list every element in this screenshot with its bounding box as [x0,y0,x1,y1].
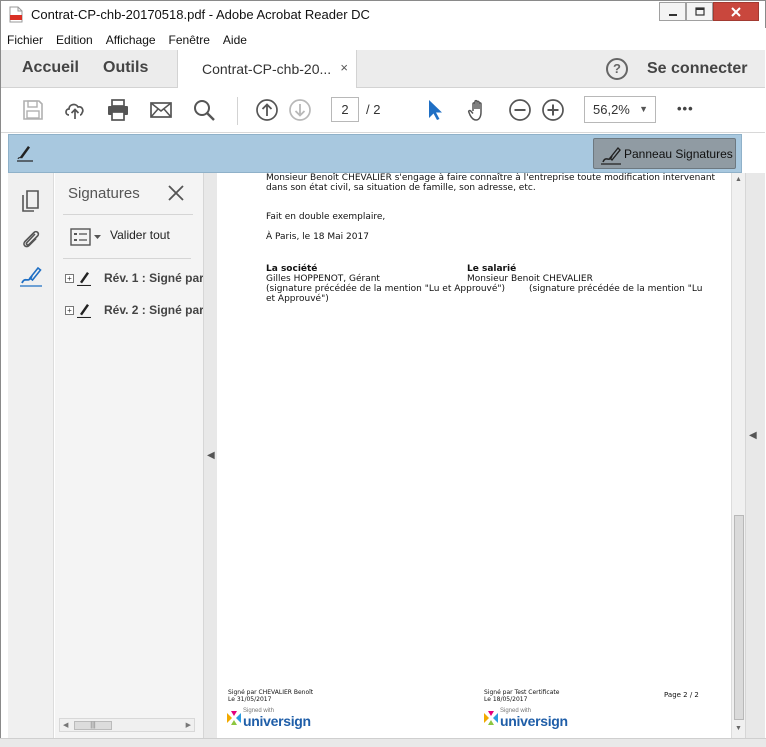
minus-circle-icon[interactable] [508,98,532,122]
menu-fenetre[interactable]: Fenêtre [169,33,210,47]
signature-pen-icon [601,146,621,165]
employee-mention: (signature précédée de la mention "Lu [529,284,703,294]
window-title: Contrat-CP-chb-20170518.pdf - Adobe Acro… [31,7,370,22]
universign-mark-icon [227,711,241,725]
page-number-input[interactable]: 2 [331,97,359,122]
validate-all-button[interactable]: Valider tout [110,228,170,242]
arrow-left-icon[interactable]: ◀ [63,721,68,729]
menu-affichage[interactable]: Affichage [106,33,156,47]
sign-in-link[interactable]: Se connecter [647,60,747,78]
cloud-upload-icon[interactable] [63,98,87,122]
document-double-copy: Fait en double exemplaire, [266,212,386,222]
maximize-icon [694,7,705,16]
scrollbar-thumb[interactable] [734,515,744,720]
tab-document-label: Contrat-CP-chb-20... [202,61,332,77]
window-bottom-frame [0,738,766,747]
toolbar-separator [237,97,238,125]
signature-pen-icon [77,272,91,286]
employee-signer: Monsieur Benoit CHEVALIER [467,274,593,284]
collapse-left-icon[interactable]: ◀ [207,450,215,461]
help-icon[interactable]: ? [606,58,628,80]
divider [63,258,191,259]
document-paragraph: Monsieur Benoît CHEVALIER s'engage à fai… [266,173,716,193]
company-signer: Gilles HOPPENOT, Gérant [266,274,380,284]
expand-right-pane-icon[interactable]: ◀ [749,430,757,441]
minimize-button[interactable] [659,2,686,21]
signature-pen-icon [77,304,91,318]
title-bar: Contrat-CP-chb-20170518.pdf - Adobe Acro… [0,0,766,28]
document-place-date: À Paris, le 18 Mai 2017 [266,232,369,242]
menu-edition[interactable]: Edition [56,33,93,47]
page-label: Page 2 / 2 [664,691,699,699]
signature-revision-1[interactable]: + Rév. 1 : Signé par [65,269,204,289]
universign-mark-icon [484,711,498,725]
validate-options-icon[interactable] [70,228,102,246]
tab-bar: Accueil Outils Contrat-CP-chb-20... × ? … [1,50,765,88]
collapse-panel-strip[interactable]: ◀ [203,173,217,738]
menu-bar: Fichier Edition Affichage Fenêtre Aide [1,29,765,50]
tab-home[interactable]: Accueil [22,59,79,77]
zoom-select[interactable]: 56,2% ▼ [584,96,656,123]
revision-label: Rév. 2 : Signé par [104,303,204,317]
menu-fichier[interactable]: Fichier [7,33,43,47]
tab-document[interactable]: Contrat-CP-chb-20... × [177,50,357,88]
document-view[interactable]: Monsieur Benoît CHEVALIER s'engage à fai… [217,173,731,738]
plus-circle-icon[interactable] [541,98,565,122]
more-tools-icon[interactable]: ••• [677,101,694,116]
footer-signature-middle: Signé par Test Certificate Le 18/05/2017 [484,689,560,703]
tab-close-icon[interactable]: × [340,60,348,75]
company-mention: (signature précédée de la mention "Lu et… [266,284,506,294]
pdf-file-icon [9,6,23,23]
window-frame [0,28,8,747]
revision-label: Rév. 1 : Signé par [104,271,204,285]
hand-icon[interactable] [466,98,490,122]
navigation-pane [8,173,54,738]
company-heading: La société [266,264,318,274]
arrow-right-icon[interactable]: ▶ [186,721,191,729]
signature-panel-label: Panneau Signatures [624,147,733,161]
company-mention-end: et Approuvé") [266,294,329,304]
signatures-panel-title: Signatures [68,185,140,202]
minimize-icon [668,13,677,16]
arrow-down-circle-icon[interactable] [288,98,312,122]
employee-heading: Le salarié [467,264,517,274]
signature-pen-icon[interactable] [19,264,43,288]
tab-tools[interactable]: Outils [103,59,148,77]
panel-horizontal-scrollbar[interactable]: ◀ ||| ▶ [59,718,195,732]
expand-icon[interactable]: + [65,306,74,315]
signature-pen-icon [17,146,33,162]
arrow-up-icon[interactable]: ▲ [735,176,742,183]
magnifier-icon[interactable] [192,98,216,122]
zoom-value: 56,2% [593,102,630,117]
divider [63,214,193,215]
universign-logo-left: Signed with universign [226,708,326,730]
menu-aide[interactable]: Aide [223,33,247,47]
signature-panel-button[interactable]: Panneau Signatures [593,138,736,169]
universign-logo-middle: Signed with universign [483,708,583,730]
document-vertical-scrollbar[interactable]: ▲ ▼ [731,173,745,738]
right-pane-strip[interactable]: ◀ [745,173,765,738]
close-icon[interactable] [167,184,185,202]
arrow-down-icon[interactable]: ▼ [735,725,742,732]
signatures-panel: Signatures Valider tout + Rév. 1 : Signé… [55,173,204,738]
close-window-button[interactable] [713,2,759,21]
envelope-icon[interactable] [149,98,173,122]
expand-icon[interactable]: + [65,274,74,283]
arrow-up-circle-icon[interactable] [255,98,279,122]
scrollbar-thumb[interactable]: ||| [74,721,112,730]
page-total: / 2 [366,102,381,117]
pointer-arrow-icon[interactable] [423,98,447,122]
chevron-down-icon: ▼ [639,104,648,114]
maximize-button[interactable] [686,2,713,21]
save-icon[interactable] [21,98,45,122]
paperclip-icon[interactable] [19,227,43,251]
pages-icon[interactable] [19,189,43,213]
close-icon [731,6,741,17]
signature-bar: Panneau Signatures [8,134,742,173]
printer-icon[interactable] [106,98,130,122]
footer-signature-left: Signé par CHEVALIER Benoît Le 31/05/2017 [228,689,314,703]
signature-revision-2[interactable]: + Rév. 2 : Signé par [65,301,204,321]
